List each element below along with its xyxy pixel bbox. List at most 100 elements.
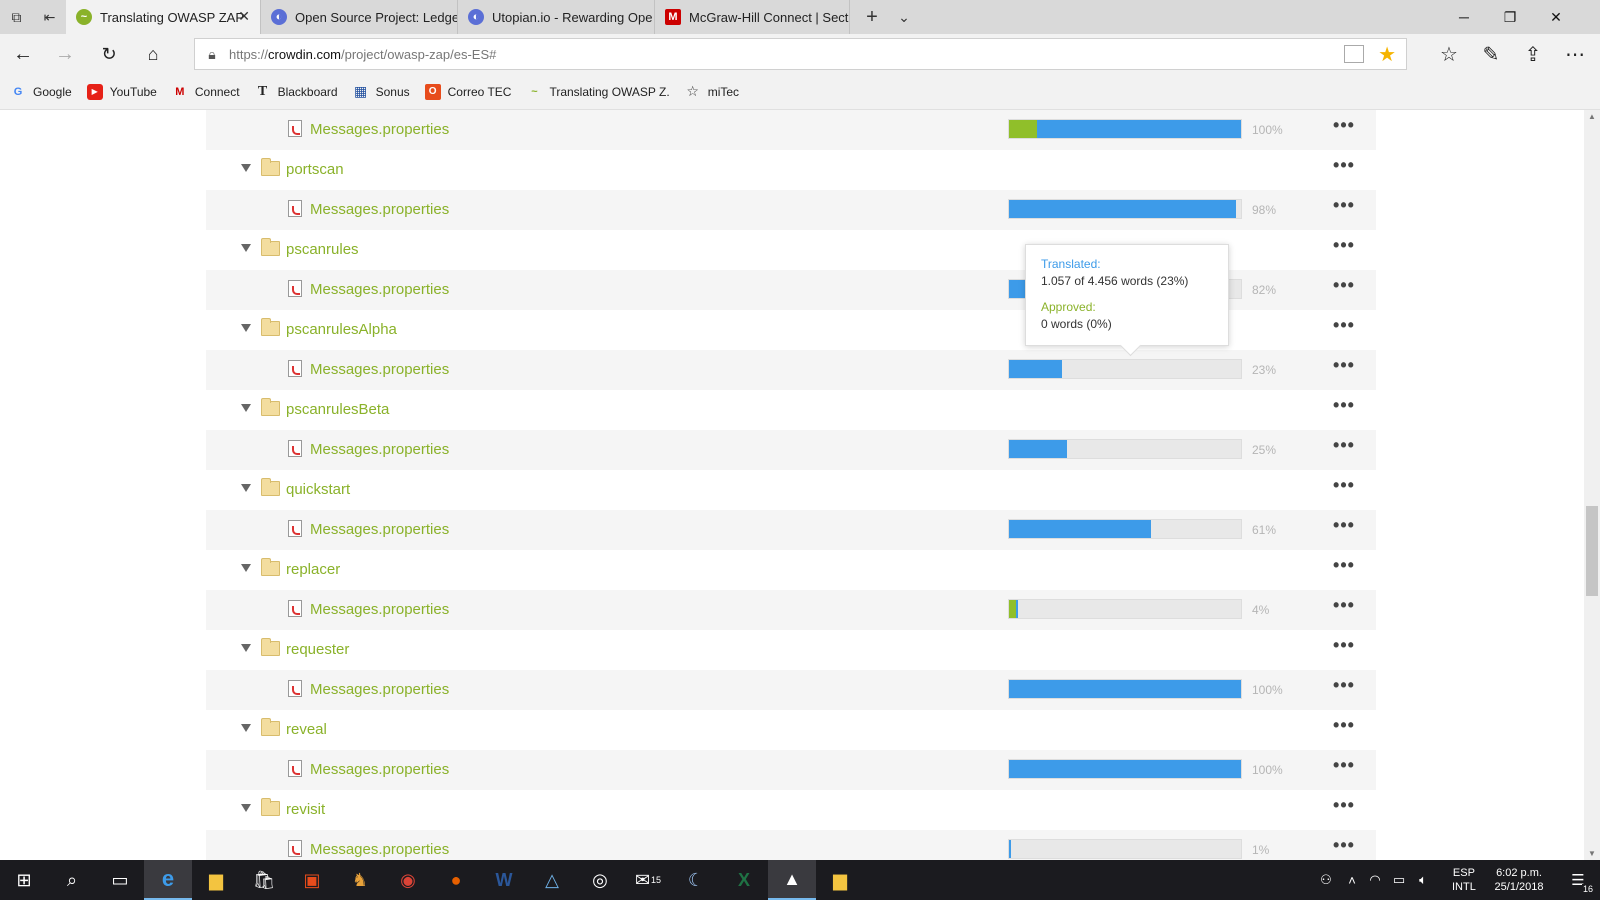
forward-icon[interactable]: → — [44, 34, 86, 74]
file-name[interactable]: Messages.properties — [310, 601, 449, 618]
restore-icon[interactable]: ❐ — [1487, 0, 1533, 34]
favorite-mitec[interactable]: ☆ miTec — [685, 83, 739, 100]
collapse-caret-icon[interactable] — [241, 724, 251, 732]
file-options-button[interactable]: ••• — [1330, 436, 1358, 459]
folder-options-button[interactable]: ••• — [1330, 156, 1358, 179]
task-view-icon[interactable]: ▭ — [96, 860, 144, 900]
folder-options-button[interactable]: ••• — [1330, 316, 1358, 339]
set-aside-tabs-icon[interactable]: ⇤ — [33, 0, 66, 34]
favorite-google[interactable]: G Google — [10, 84, 72, 100]
office-app-icon[interactable]: ▣ — [288, 860, 336, 900]
file-explorer-icon[interactable]: ▆ — [192, 860, 240, 900]
favorite-youtube[interactable]: ▶ YouTube — [86, 83, 157, 100]
translation-progress-bar[interactable] — [1008, 119, 1242, 139]
refresh-icon[interactable]: ↻ — [88, 34, 130, 74]
more-menu-icon[interactable]: ⋯ — [1554, 34, 1596, 74]
battery-icon[interactable]: ▭ — [1388, 860, 1410, 900]
translation-progress-bar[interactable] — [1008, 599, 1242, 619]
tab-mcgraw-hill[interactable]: M McGraw-Hill Connect | Sect — [655, 0, 850, 34]
file-options-button[interactable]: ••• — [1330, 196, 1358, 219]
folder-options-button[interactable]: ••• — [1330, 396, 1358, 419]
chrome-icon[interactable]: ◉ — [384, 860, 432, 900]
search-icon[interactable]: ⌕ — [48, 860, 96, 900]
new-tab-icon[interactable]: + — [856, 0, 888, 34]
people-icon[interactable]: ⚇ — [1314, 860, 1338, 900]
folder-options-button[interactable]: ••• — [1330, 796, 1358, 819]
translation-progress-bar[interactable] — [1008, 359, 1242, 379]
close-window-icon[interactable]: ✕ — [1533, 0, 1579, 34]
file-name[interactable]: Messages.properties — [310, 361, 449, 378]
mail-icon[interactable]: ✉ 15 — [624, 860, 672, 900]
file-name[interactable]: Messages.properties — [310, 281, 449, 298]
file-options-button[interactable]: ••• — [1330, 116, 1358, 139]
folder-options-button[interactable]: ••• — [1330, 476, 1358, 499]
translation-progress-bar[interactable] — [1008, 759, 1242, 779]
translation-progress-bar[interactable] — [1008, 679, 1242, 699]
favorite-sonus[interactable]: ▦ Sonus — [353, 83, 410, 100]
wifi-icon[interactable]: ◠ — [1364, 860, 1386, 900]
file-name[interactable]: Messages.properties — [310, 761, 449, 778]
file-options-button[interactable]: ••• — [1330, 356, 1358, 379]
groove-music-icon[interactable]: ◎ — [576, 860, 624, 900]
collapse-caret-icon[interactable] — [241, 564, 251, 572]
arduino-icon[interactable]: △ — [528, 860, 576, 900]
folder-options-button[interactable]: ••• — [1330, 556, 1358, 579]
folder-options-button[interactable]: ••• — [1330, 236, 1358, 259]
volume-icon[interactable]: 🔈︎ — [1412, 860, 1434, 900]
folder-name[interactable]: requester — [286, 641, 349, 658]
onedrive-folder-icon[interactable]: ▆ — [816, 860, 864, 900]
folder-name[interactable]: quickstart — [286, 481, 350, 498]
file-name[interactable]: Messages.properties — [310, 841, 449, 858]
favorite-translating-owasp[interactable]: ~ Translating OWASP Z. — [526, 84, 669, 100]
folder-options-button[interactable]: ••• — [1330, 716, 1358, 739]
favorite-connect[interactable]: M Connect — [172, 84, 239, 100]
translation-progress-bar[interactable] — [1008, 439, 1242, 459]
collapse-caret-icon[interactable] — [241, 324, 251, 332]
collapse-caret-icon[interactable] — [241, 484, 251, 492]
folder-name[interactable]: replacer — [286, 561, 340, 578]
file-options-button[interactable]: ••• — [1330, 676, 1358, 699]
clock[interactable]: 6:02 p.m. 25/1/2018 — [1484, 866, 1554, 894]
share-icon[interactable]: ⇪ — [1512, 34, 1554, 74]
file-options-button[interactable]: ••• — [1330, 276, 1358, 299]
file-name[interactable]: Messages.properties — [310, 201, 449, 218]
action-center-icon[interactable]: ☰ 16 — [1556, 860, 1600, 900]
minimize-icon[interactable]: ─ — [1441, 0, 1487, 34]
word-icon[interactable]: W — [480, 860, 528, 900]
collapse-caret-icon[interactable] — [241, 244, 251, 252]
file-name[interactable]: Messages.properties — [310, 681, 449, 698]
url-text[interactable]: https://crowdin.com/project/owasp-zap/es… — [229, 47, 496, 62]
file-name[interactable]: Messages.properties — [310, 441, 449, 458]
favorite-blackboard[interactable]: T Blackboard — [255, 84, 338, 100]
store-icon[interactable]: 🛍︎ — [240, 860, 288, 900]
reading-view-icon[interactable] — [1344, 45, 1364, 63]
favorites-hub-icon[interactable]: ☆ — [1428, 34, 1470, 74]
file-options-button[interactable]: ••• — [1330, 756, 1358, 779]
folder-name[interactable]: revisit — [286, 801, 325, 818]
back-icon[interactable]: ← — [2, 34, 44, 74]
show-hidden-icons-chevron[interactable]: ˄ — [1342, 860, 1362, 900]
collapse-caret-icon[interactable] — [241, 644, 251, 652]
game-app-icon[interactable]: ♞ — [336, 860, 384, 900]
folder-name[interactable]: pscanrules — [286, 241, 359, 258]
edge-browser-icon[interactable]: e — [144, 860, 192, 900]
firefox-icon[interactable]: ● — [432, 860, 480, 900]
excel-icon[interactable]: X — [720, 860, 768, 900]
file-options-button[interactable]: ••• — [1330, 836, 1358, 859]
collapse-caret-icon[interactable] — [241, 404, 251, 412]
tab-list-chevron-icon[interactable]: ⌄ — [888, 0, 920, 34]
scroll-up-icon[interactable]: ▲ — [1588, 112, 1596, 121]
folder-name[interactable]: portscan — [286, 161, 344, 178]
favorite-star-icon[interactable]: ★ — [1378, 42, 1396, 67]
input-language[interactable]: ESP INTL — [1452, 866, 1476, 894]
collapse-caret-icon[interactable] — [241, 164, 251, 172]
tab-preview-icon[interactable]: ⧉ — [0, 0, 33, 34]
file-name[interactable]: Messages.properties — [310, 521, 449, 538]
photos-icon[interactable]: ▲ — [768, 860, 816, 900]
collapse-caret-icon[interactable] — [241, 804, 251, 812]
translation-progress-bar[interactable] — [1008, 519, 1242, 539]
translation-progress-bar[interactable] — [1008, 199, 1242, 219]
page-scrollbar[interactable]: ▲ ▼ — [1584, 110, 1600, 860]
windows-start-icon[interactable]: ⊞ — [0, 860, 48, 900]
tab-translating-owasp-zap[interactable]: ~ Translating OWASP ZAP ✕ — [66, 0, 261, 34]
